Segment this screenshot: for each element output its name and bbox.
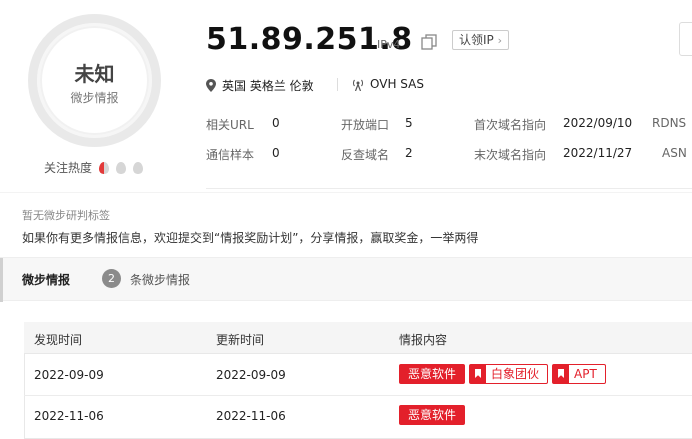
verdict-source: 微步情报 xyxy=(70,91,119,105)
radio-tower-icon xyxy=(352,79,364,91)
isp: OVH SAS xyxy=(352,77,424,91)
intel-tags: 恶意软件 白象团伙 APT xyxy=(399,364,606,384)
heat-label: 关注热度 xyxy=(44,161,93,175)
tag-apt[interactable]: APT xyxy=(552,364,606,384)
found-time: 2022-11-06 xyxy=(34,409,104,423)
isp-name: OVH SAS xyxy=(370,77,424,91)
updated-time: 2022-11-06 xyxy=(216,409,286,423)
side-panel-toggle[interactable] xyxy=(679,22,692,56)
flame-icon xyxy=(99,161,110,174)
found-time: 2022-09-09 xyxy=(34,368,104,382)
column-header: 更新时间 xyxy=(216,333,265,347)
claim-ip-button[interactable]: 认领IP › xyxy=(452,30,510,50)
stat-value[interactable]: 5 xyxy=(405,116,413,130)
verdict-label: 未知 xyxy=(74,62,115,86)
copy-icon[interactable] xyxy=(421,34,437,50)
divider xyxy=(206,188,692,189)
location-text: 英国 英格兰 伦敦 xyxy=(222,79,314,93)
divider xyxy=(337,78,338,91)
flame-icon xyxy=(116,161,127,174)
tag-group-label: 白象团伙 xyxy=(491,367,540,381)
stat-value[interactable]: 0 xyxy=(272,116,280,130)
stat-value[interactable]: 0 xyxy=(272,146,280,160)
promo-text[interactable]: 如果你有更多情报信息，欢迎提交到“情报奖励计划”，分享情报，赢取奖金，一举两得 xyxy=(22,229,478,246)
row-divider xyxy=(24,395,692,396)
tab-accent xyxy=(0,258,3,302)
ip-version: IPv4 xyxy=(377,38,401,51)
chevron-right-icon: › xyxy=(497,34,503,47)
bookmark-icon xyxy=(470,365,487,383)
tab-threat-intel[interactable]: 微步情报 xyxy=(22,271,70,288)
tag-group[interactable]: 白象团伙 xyxy=(469,364,549,384)
stat-label: RDNS xyxy=(652,116,687,130)
stat-label: 通信样本 xyxy=(206,148,255,162)
divider xyxy=(0,192,692,193)
stat-label: 末次域名指向 xyxy=(474,148,547,162)
stat-value[interactable]: 2 xyxy=(405,146,413,160)
table-header xyxy=(24,322,692,354)
location: 英国 英格兰 伦敦 xyxy=(206,77,314,94)
tags-note: 暂无微步研判标签 xyxy=(22,209,110,222)
intel-count-label: 条微步情报 xyxy=(130,273,191,287)
column-header: 情报内容 xyxy=(399,333,448,347)
column-header: 发现时间 xyxy=(34,333,83,347)
stat-label: 首次域名指向 xyxy=(474,118,547,132)
bookmark-icon xyxy=(553,365,570,383)
intel-tags: 恶意软件 xyxy=(399,405,466,425)
intel-count-badge: 2 xyxy=(102,269,121,288)
attention-heat: 关注热度 xyxy=(44,159,144,176)
stat-label: 反查域名 xyxy=(341,148,390,162)
stat-value: 2022/11/27 xyxy=(563,146,633,160)
stat-label: 开放端口 xyxy=(341,118,390,132)
tag-malware[interactable]: 恶意软件 xyxy=(399,405,466,425)
stat-value: 2022/09/10 xyxy=(563,116,633,130)
tag-apt-label: APT xyxy=(574,367,597,381)
map-pin-icon xyxy=(206,79,216,92)
updated-time: 2022-09-09 xyxy=(216,368,286,382)
stat-label: 相关URL xyxy=(206,118,254,132)
tag-malware[interactable]: 恶意软件 xyxy=(399,364,466,384)
stat-label: ASN xyxy=(662,146,687,160)
claim-ip-label: 认领IP xyxy=(459,33,494,47)
flame-icon xyxy=(133,161,144,174)
